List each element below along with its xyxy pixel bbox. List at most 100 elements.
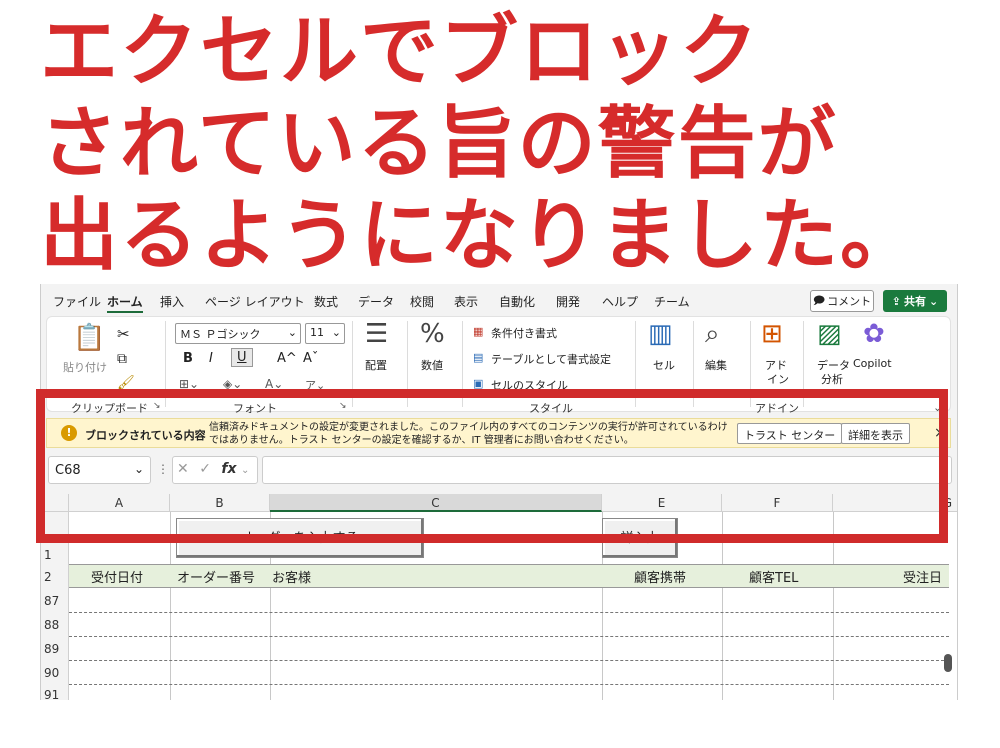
divider: [635, 321, 636, 407]
header-customer-tel[interactable]: 顧客TEL: [749, 567, 798, 586]
header-order-date[interactable]: 受注日: [903, 567, 942, 586]
ribbon: 📋 貼り付け ✂ ⧉ 🖌 ＭＳ Ｐゴシック ⌄ 11 ⌄ B I U A^ Aˇ…: [46, 316, 951, 415]
name-box[interactable]: C68 ⌄: [48, 456, 151, 484]
formula-input[interactable]: [262, 456, 952, 484]
insert-function-button[interactable]: fx: [221, 461, 236, 477]
tab-help[interactable]: ヘルプ: [602, 293, 638, 310]
row-header-2[interactable]: 2: [41, 564, 69, 588]
tab-view[interactable]: 表示: [454, 293, 478, 310]
search-icon[interactable]: ⌕: [705, 321, 720, 347]
detail-entry-button[interactable]: 詳入力: [602, 518, 678, 558]
fill-color-icon[interactable]: ◈⌄: [223, 377, 242, 391]
font-name-select[interactable]: ＭＳ Ｐゴシック ⌄: [175, 323, 301, 344]
headline: エクセルでブロック されている旨の警告が 出るようになりました。: [40, 6, 990, 282]
comment-button[interactable]: 🗩 コメント: [810, 290, 874, 312]
editing-button[interactable]: 編集: [705, 357, 727, 373]
gridline: [722, 512, 723, 700]
column-header-c[interactable]: C: [270, 494, 602, 512]
tab-developer[interactable]: 開発: [556, 293, 580, 310]
formula-tools: ✕ ✓ fx ⌄: [172, 456, 258, 484]
tab-data[interactable]: データ: [358, 293, 394, 310]
tab-formulas[interactable]: 数式: [314, 293, 338, 310]
copilot-icon[interactable]: ✿: [863, 321, 885, 347]
divider: [803, 321, 804, 407]
row-header-1[interactable]: 1: [41, 512, 69, 564]
cell-style-button[interactable]: セルのスタイル: [491, 377, 568, 393]
cut-icon[interactable]: ✂: [117, 325, 130, 343]
header-customer-mobile[interactable]: 顧客携帯: [634, 567, 686, 586]
format-painter-icon[interactable]: 🖌: [117, 375, 135, 391]
paste-button[interactable]: 貼り付け: [63, 359, 107, 375]
bold-button[interactable]: B: [183, 351, 193, 366]
headline-line-1: エクセルでブロック: [40, 7, 761, 97]
tab-automate[interactable]: 自動化: [499, 293, 535, 310]
excel-window: ファイル ホーム 挿入 ページ レイアウト 数式 データ 校閲 表示 自動化 開…: [40, 284, 958, 700]
select-all-corner[interactable]: [41, 494, 69, 512]
underline-button[interactable]: U: [231, 348, 253, 367]
shrink-font-button[interactable]: Aˇ: [303, 351, 318, 366]
tab-insert[interactable]: 挿入: [160, 293, 184, 310]
dialog-launcher-icon[interactable]: ↘: [153, 401, 161, 411]
tab-page-layout[interactable]: ページ レイアウト: [205, 293, 305, 310]
row-header-91[interactable]: 91: [41, 684, 69, 700]
addins-label-2[interactable]: イン: [767, 371, 789, 387]
row-header-89[interactable]: 89: [41, 636, 69, 660]
trust-center-button[interactable]: トラスト センター: [737, 423, 843, 444]
divider: [352, 321, 353, 407]
font-size-select[interactable]: 11 ⌄: [305, 323, 345, 344]
close-icon[interactable]: ×: [934, 425, 946, 441]
tab-review[interactable]: 校閲: [410, 293, 434, 310]
align-icon[interactable]: ☰: [365, 321, 388, 347]
chevron-down-icon: ⌄: [331, 326, 341, 339]
column-header-f[interactable]: F: [722, 494, 833, 512]
data-analysis-label-2[interactable]: 分析: [821, 371, 843, 387]
cell-style-icon: ▣: [473, 377, 484, 390]
paste-icon: 📋: [73, 323, 106, 353]
cancel-icon[interactable]: ✕: [177, 461, 189, 477]
data-analysis-icon[interactable]: ▨: [817, 321, 842, 347]
row-divider: [69, 636, 949, 637]
collapse-ribbon-icon[interactable]: ⌄: [933, 401, 942, 414]
vertical-scrollbar[interactable]: [944, 654, 952, 672]
header-received-date[interactable]: 受付日付: [91, 567, 143, 586]
align-button[interactable]: 配置: [365, 357, 387, 373]
show-details-button[interactable]: 詳細を表示: [841, 423, 910, 444]
column-header-e[interactable]: E: [602, 494, 722, 512]
percent-icon[interactable]: %: [420, 321, 445, 347]
more-icon: ⋮: [157, 462, 169, 476]
column-header-g[interactable]: G: [833, 494, 957, 512]
formula-bar: C68 ⌄ ⋮ ✕ ✓ fx ⌄: [46, 454, 956, 486]
number-button[interactable]: 数値: [421, 357, 443, 373]
grow-font-button[interactable]: A^: [277, 351, 297, 366]
share-button[interactable]: ⇪ 共有 ⌄: [883, 290, 947, 312]
tab-home[interactable]: ホーム: [107, 293, 143, 313]
cells-button[interactable]: セル: [653, 357, 675, 373]
header-customer[interactable]: お客様: [272, 567, 311, 586]
row-header-88[interactable]: 88: [41, 612, 69, 636]
row-header-87[interactable]: 87: [41, 588, 69, 612]
check-icon[interactable]: ✓: [199, 461, 211, 477]
tab-file[interactable]: ファイル: [53, 293, 101, 310]
font-color-icon[interactable]: A⌄: [265, 377, 283, 391]
column-header-b[interactable]: B: [170, 494, 270, 512]
addins-icon[interactable]: ⊞: [761, 321, 783, 347]
font-name-value: ＭＳ Ｐゴシック: [180, 328, 261, 341]
table-format-button[interactable]: テーブルとして書式設定: [491, 351, 611, 367]
conditional-format-button[interactable]: 条件付き書式: [491, 325, 557, 341]
dialog-launcher-icon[interactable]: ↘: [339, 401, 347, 411]
comment-icon: 🗩: [812, 293, 826, 307]
copy-icon[interactable]: ⧉: [117, 351, 127, 367]
warning-message: 信頼済みドキュメントの設定が変更されました。このファイル内のすべてのコンテンツの…: [209, 422, 728, 446]
tab-team[interactable]: チーム: [654, 293, 690, 310]
italic-button[interactable]: I: [209, 351, 213, 366]
headline-line-3: 出るようになりました。: [40, 191, 921, 281]
enter-order-button[interactable]: オーダーを入力する: [176, 518, 424, 558]
row-header-90[interactable]: 90: [41, 660, 69, 684]
column-header-a[interactable]: A: [69, 494, 170, 512]
copilot-button[interactable]: Copilot: [853, 357, 892, 370]
phonetic-icon[interactable]: ア⌄: [305, 377, 325, 393]
share-icon: ⇪: [891, 294, 901, 308]
cells-icon[interactable]: ▥: [648, 321, 673, 347]
header-order-number[interactable]: オーダー番号: [177, 567, 255, 586]
border-icon[interactable]: ⊞⌄: [179, 377, 199, 391]
